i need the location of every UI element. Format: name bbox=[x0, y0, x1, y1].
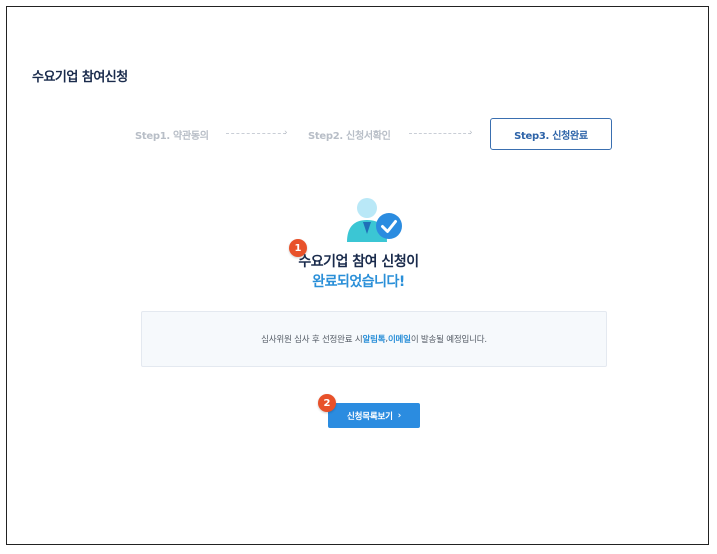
view-application-list-button[interactable]: 신청목록보기 › bbox=[328, 403, 420, 428]
completion-message-line1: 수요기업 참여 신청이 bbox=[298, 254, 419, 270]
step-3-complete: Step3. 신청완료 bbox=[490, 118, 612, 150]
arrow-right-icon: › bbox=[284, 128, 288, 138]
arrow-right-icon: › bbox=[469, 128, 473, 138]
info-highlight-kakaotalk: 알림톡 bbox=[362, 335, 386, 345]
annotation-badge-2: 2 bbox=[318, 394, 336, 412]
info-text-suffix: 이 발송될 예정입니다. bbox=[410, 335, 487, 345]
step-1-terms: Step1. 약관동의 bbox=[135, 130, 209, 142]
view-application-list-label: 신청목록보기 bbox=[346, 411, 393, 422]
step-2-review: Step2. 신청서확인 bbox=[308, 130, 391, 142]
notification-info-box: 심사위원 심사 후 선정완료 시 알림톡, 이메일 이 발송될 예정입니다. bbox=[141, 311, 607, 367]
step-arrow-1 bbox=[226, 133, 286, 135]
step-arrow-2 bbox=[409, 133, 471, 135]
user-check-icon bbox=[347, 198, 402, 242]
page-title: 수요기업 참여신청 bbox=[32, 70, 128, 85]
chevron-right-icon: › bbox=[397, 410, 402, 421]
completion-message-line2: 완료되었습니다! bbox=[312, 274, 405, 290]
info-highlight-email: 이메일 bbox=[387, 335, 411, 345]
info-text-prefix: 심사위원 심사 후 선정완료 시 bbox=[261, 335, 363, 345]
